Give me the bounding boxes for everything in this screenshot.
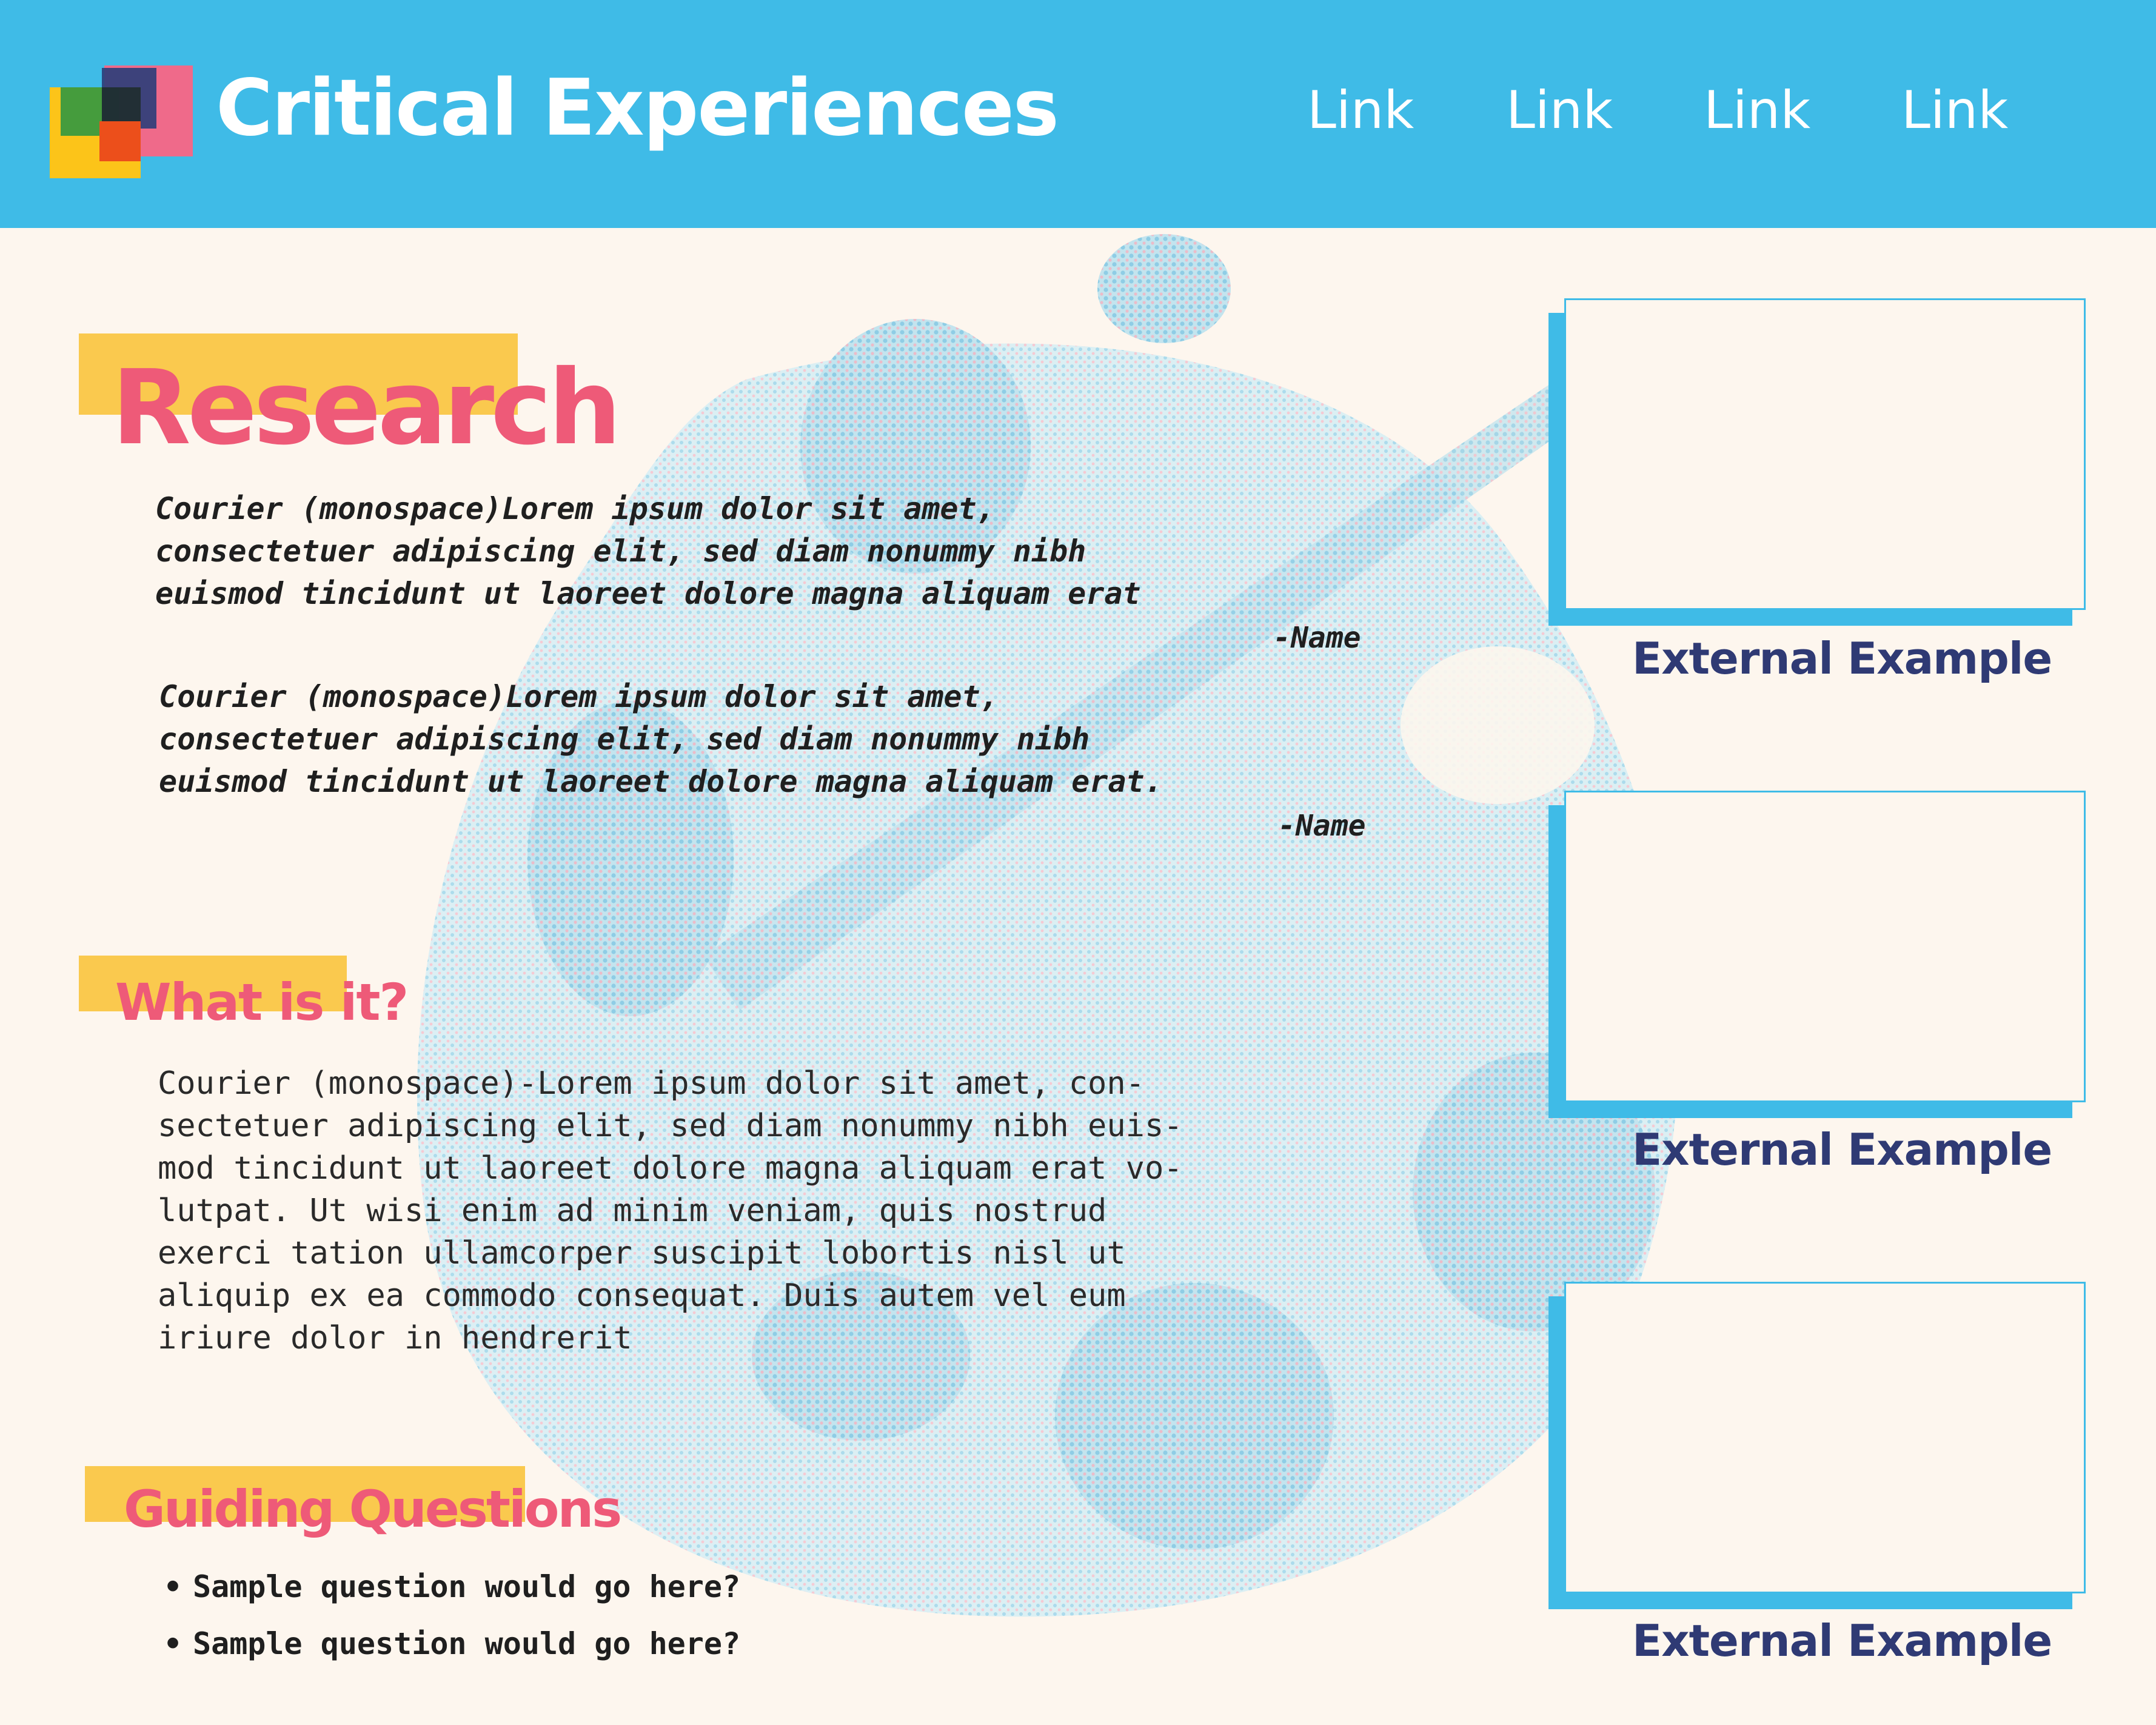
quote-2-attribution: -Name xyxy=(1278,809,1366,843)
external-example-caption-2[interactable]: External Example xyxy=(1632,1124,2052,1175)
what-is-it-heading: What is it? xyxy=(115,973,409,1032)
body-line-3: mod tincidunt ut laoreet dolore magna al… xyxy=(158,1150,1183,1187)
external-example-card-2[interactable] xyxy=(1548,791,2086,1118)
bullet-icon: • xyxy=(164,1569,182,1604)
external-example-card-3[interactable] xyxy=(1548,1282,2086,1609)
quote-1-line-1: Courier (monospace)Lorem ipsum dolor sit… xyxy=(155,491,995,526)
quote-1-line-3: euismod tincidunt ut laoreet dolore magn… xyxy=(155,576,1141,611)
guiding-question-text: Sample question would go here? xyxy=(193,1569,741,1604)
nav-link-1[interactable]: Link xyxy=(1307,80,1414,141)
guiding-questions-heading: Guiding Questions xyxy=(124,1479,622,1539)
nav-link-4[interactable]: Link xyxy=(1901,80,2008,141)
overlapping-squares-logo-icon[interactable] xyxy=(50,65,193,178)
nav-link-2[interactable]: Link xyxy=(1506,80,1613,141)
external-example-caption-1[interactable]: External Example xyxy=(1632,633,2052,684)
top-nav: Link Link Link Link xyxy=(1273,80,2098,147)
body-line-2: sectetuer adipiscing elit, sed diam nonu… xyxy=(158,1108,1183,1144)
guiding-question-item: • Sample question would go here? xyxy=(164,1626,740,1661)
quote-2-line-3: euismod tincidunt ut laoreet dolore magn… xyxy=(159,764,1163,799)
body-line-6: aliquip ex ea commodo consequat. Duis au… xyxy=(158,1278,1126,1314)
nav-link-3[interactable]: Link xyxy=(1704,80,1810,141)
example-image-placeholder[interactable] xyxy=(1564,298,2086,610)
example-image-placeholder[interactable] xyxy=(1564,791,2086,1102)
external-example-card-1[interactable] xyxy=(1548,298,2086,626)
body-line-7: iriure dolor in hendrerit xyxy=(158,1320,632,1356)
research-quote-1: Courier (monospace)Lorem ipsum dolor sit… xyxy=(155,487,1141,615)
guiding-question-text: Sample question would go here? xyxy=(193,1626,741,1661)
site-title[interactable]: Critical Experiences xyxy=(216,63,1059,153)
research-quote-2: Courier (monospace)Lorem ipsum dolor sit… xyxy=(159,675,1163,803)
quote-2-line-2: consectetuer adipiscing elit, sed diam n… xyxy=(159,722,1090,757)
quote-1-attribution: -Name xyxy=(1273,621,1361,655)
external-example-caption-3[interactable]: External Example xyxy=(1632,1615,2052,1666)
guiding-question-item: • Sample question would go here? xyxy=(164,1569,740,1604)
quote-2-line-1: Courier (monospace)Lorem ipsum dolor sit… xyxy=(159,679,999,714)
site-header: Critical Experiences Link Link Link Link xyxy=(0,0,2156,228)
example-image-placeholder[interactable] xyxy=(1564,1282,2086,1593)
quote-1-line-2: consectetuer adipiscing elit, sed diam n… xyxy=(155,534,1086,569)
what-is-it-body: Courier (monospace)-Lorem ipsum dolor si… xyxy=(158,1062,1183,1359)
body-line-1: Courier (monospace)-Lorem ipsum dolor si… xyxy=(158,1065,1145,1102)
research-heading: Research xyxy=(112,348,621,468)
body-line-4: lutpat. Ut wisi enim ad minim veniam, qu… xyxy=(158,1193,1107,1229)
body-line-5: exerci tation ullamcorper suscipit lobor… xyxy=(158,1235,1126,1271)
bullet-icon: • xyxy=(164,1626,182,1661)
